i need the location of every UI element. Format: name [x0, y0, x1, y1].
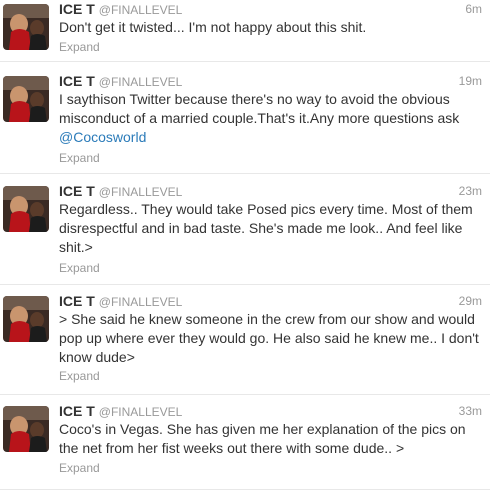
user-handle[interactable]: @FINALLEVEL	[99, 3, 183, 17]
tweet-body: I saythison Twitter because there's no w…	[59, 91, 460, 126]
expand-link[interactable]: Expand	[59, 151, 100, 165]
avatar[interactable]	[3, 4, 49, 50]
user-fullname[interactable]: ICE T	[59, 1, 95, 17]
tweet-item[interactable]: ICE T @FINALLEVEL 23m Regardless.. They w…	[0, 182, 490, 285]
avatar-photo-icon	[3, 406, 49, 452]
avatar-photo-icon	[3, 296, 49, 342]
tweet-timestamp[interactable]: 6m	[465, 2, 482, 16]
user-handle[interactable]: @FINALLEVEL	[99, 75, 183, 89]
expand-link[interactable]: Expand	[59, 461, 100, 475]
user-handle[interactable]: @FINALLEVEL	[99, 405, 183, 419]
user-fullname[interactable]: ICE T	[59, 403, 95, 419]
tweet-timestamp[interactable]: 19m	[459, 74, 482, 88]
user-fullname[interactable]: ICE T	[59, 73, 95, 89]
avatar-photo-icon	[3, 186, 49, 232]
tweet-text: Don't get it twisted... I'm not happy ab…	[59, 19, 367, 35]
tweet-timestamp[interactable]: 29m	[459, 294, 482, 308]
tweet-item[interactable]: ICE T @FINALLEVEL 33m Coco's in Vegas. Sh…	[0, 402, 490, 490]
tweet-timestamp[interactable]: 33m	[459, 404, 482, 418]
avatar[interactable]	[3, 186, 49, 232]
tweet-text: Coco's in Vegas. She has given me her ex…	[59, 421, 466, 456]
tweet-header: ICE T @FINALLEVEL	[59, 183, 182, 199]
tweet-text: I saythison Twitter because there's no w…	[59, 90, 481, 147]
user-handle[interactable]: @FINALLEVEL	[99, 295, 183, 309]
mention-link[interactable]: @Cocosworld	[59, 129, 146, 145]
avatar[interactable]	[3, 76, 49, 122]
user-fullname[interactable]: ICE T	[59, 183, 95, 199]
expand-link[interactable]: Expand	[59, 369, 100, 383]
expand-link[interactable]: Expand	[59, 40, 100, 54]
expand-link[interactable]: Expand	[59, 261, 100, 275]
tweet-timestamp[interactable]: 23m	[459, 184, 482, 198]
tweet-header: ICE T @FINALLEVEL	[59, 293, 182, 309]
user-fullname[interactable]: ICE T	[59, 293, 95, 309]
avatar-photo-icon	[3, 76, 49, 122]
tweet-item[interactable]: ICE T @FINALLEVEL 19m I saythison Twitter…	[0, 72, 490, 174]
avatar-photo-icon	[3, 4, 49, 50]
user-handle[interactable]: @FINALLEVEL	[99, 185, 183, 199]
tweet-item[interactable]: ICE T @FINALLEVEL 29m > She said he knew …	[0, 292, 490, 395]
tweet-item[interactable]: ICE T @FINALLEVEL 6m Don't get it twisted…	[0, 0, 490, 62]
tweet-header: ICE T @FINALLEVEL	[59, 73, 182, 89]
tweet-header: ICE T @FINALLEVEL	[59, 1, 182, 17]
tweet-timeline: ICE T @FINALLEVEL 6m Don't get it twisted…	[0, 0, 490, 496]
tweet-header: ICE T @FINALLEVEL	[59, 403, 182, 419]
avatar[interactable]	[3, 406, 49, 452]
avatar[interactable]	[3, 296, 49, 342]
tweet-text: > She said he knew someone in the crew f…	[59, 311, 479, 365]
tweet-text: Regardless.. They would take Posed pics …	[59, 201, 473, 255]
